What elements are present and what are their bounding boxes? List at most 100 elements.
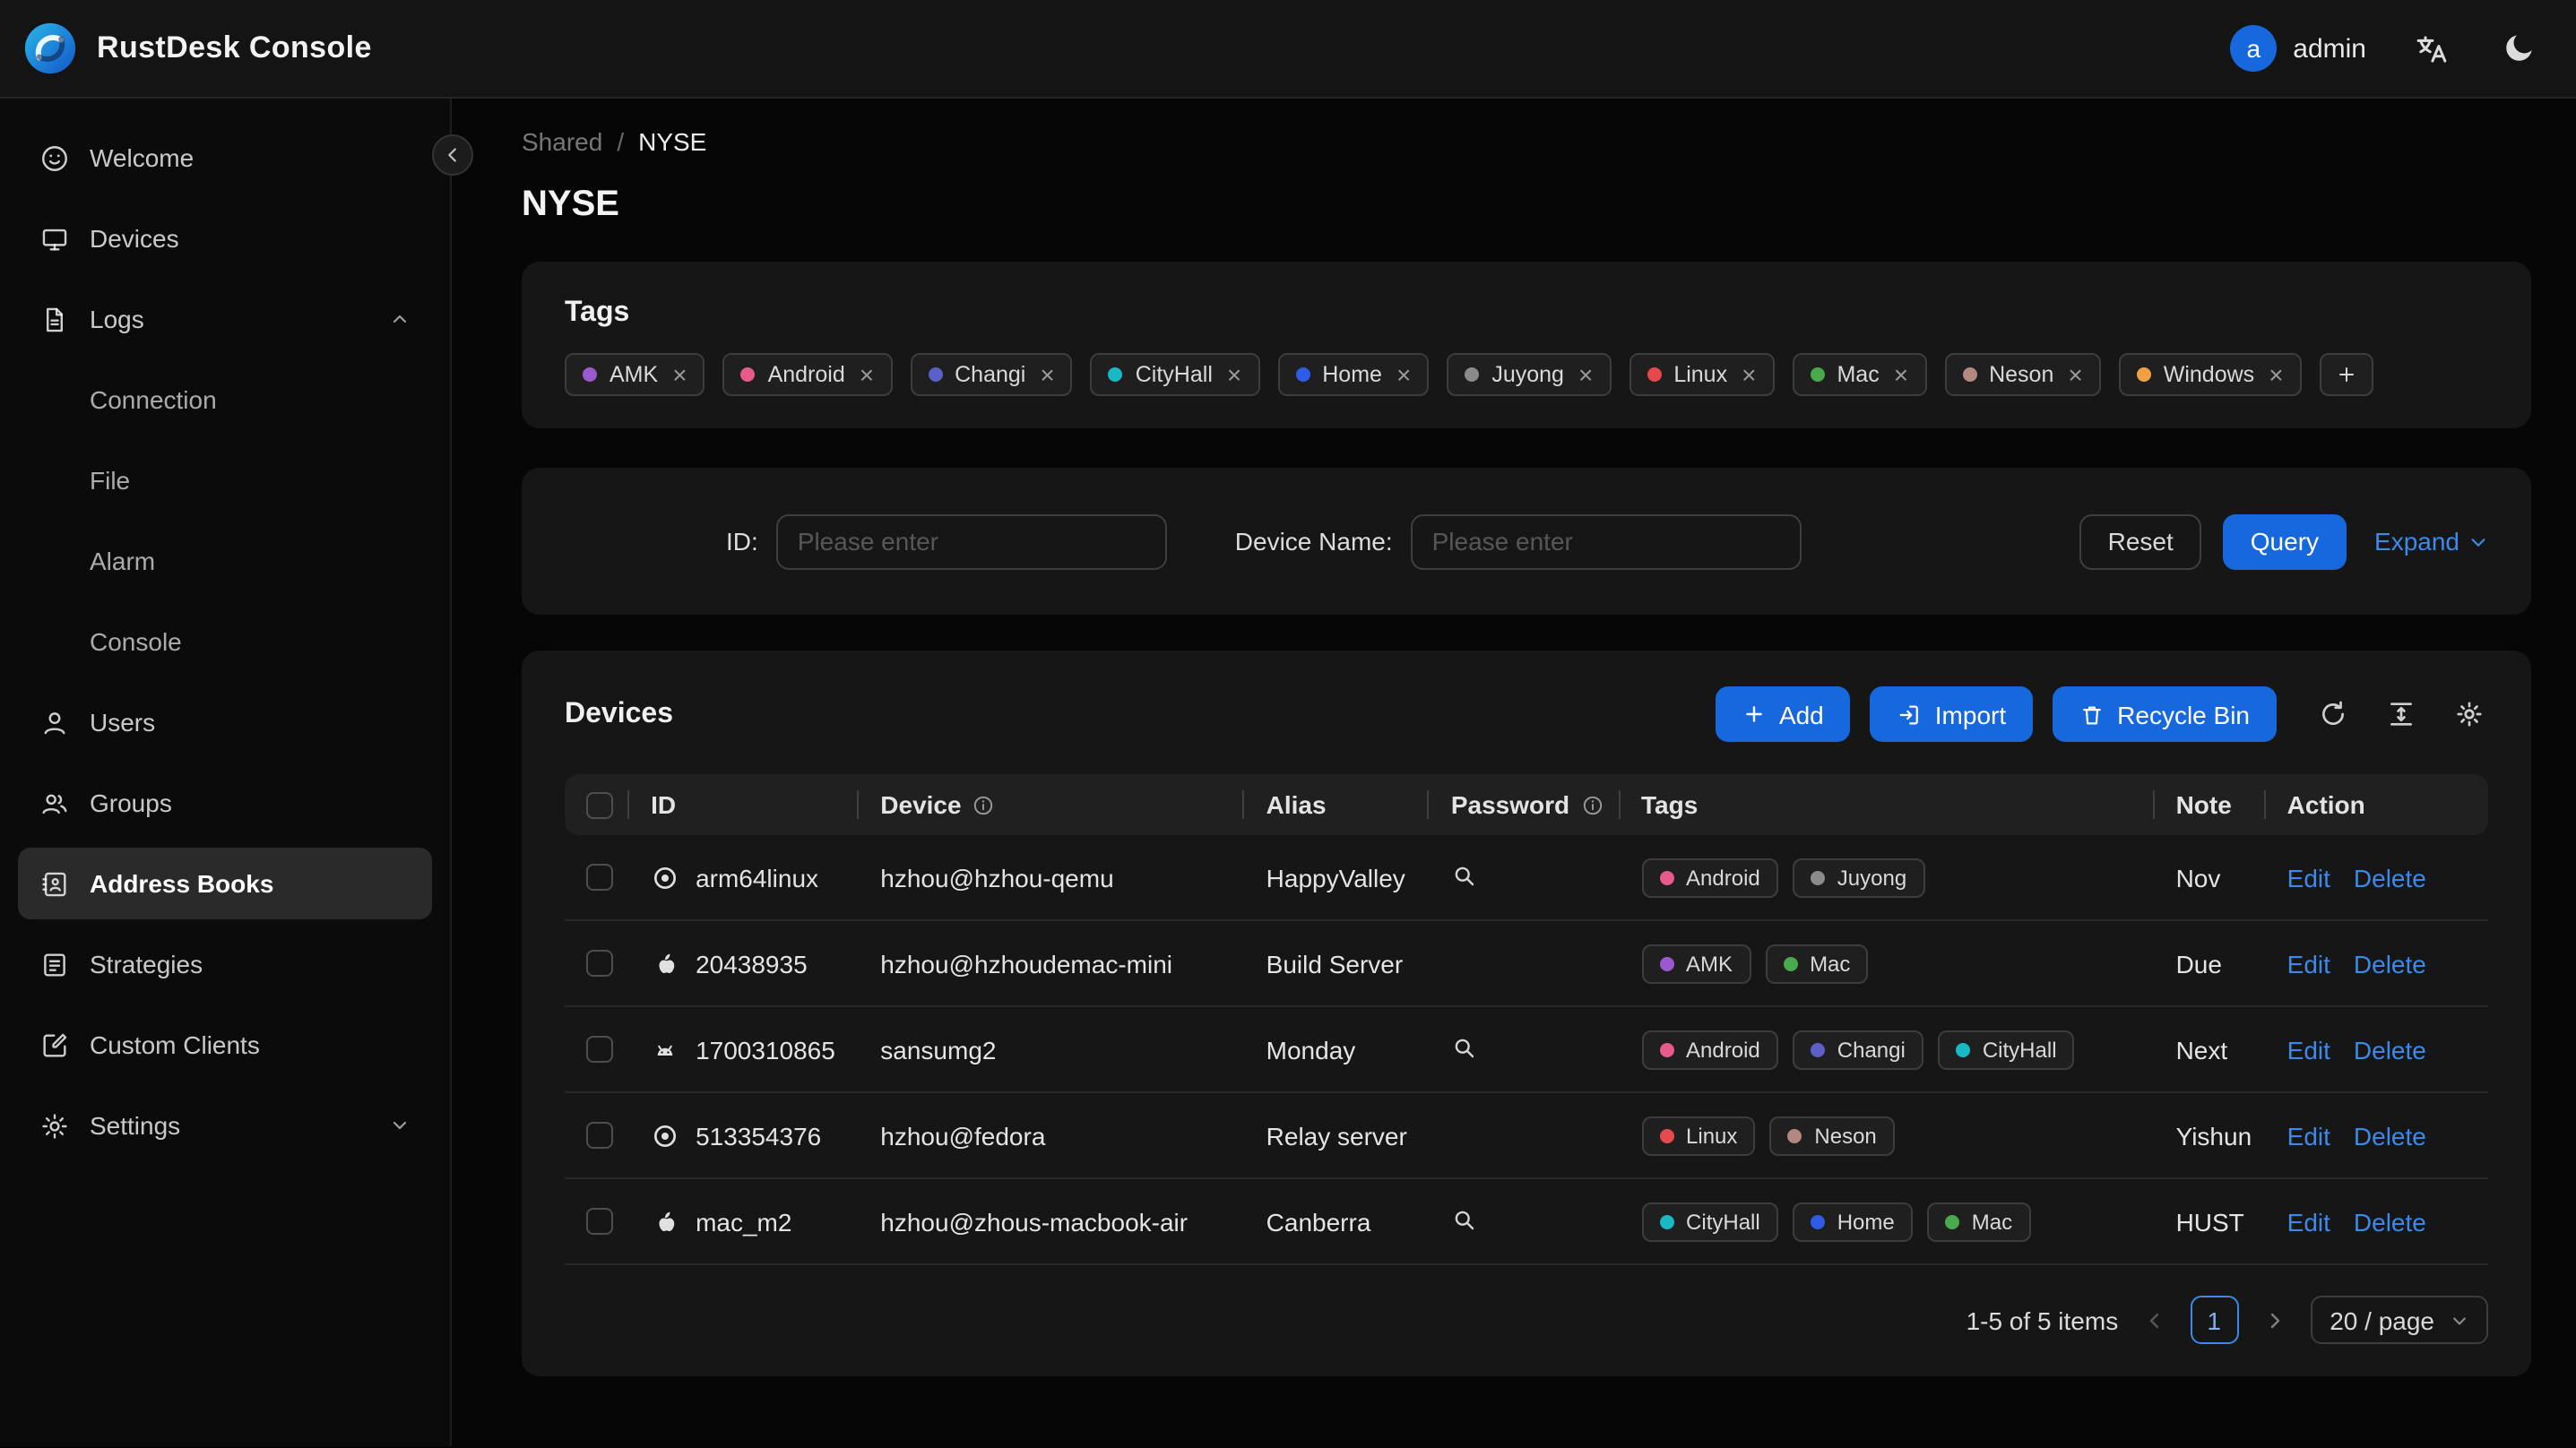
sidebar-item-strategies[interactable]: Strategies [18,928,432,1000]
monitor-icon [39,223,70,254]
sidebar-item-label: File [90,466,131,495]
add-tag-button[interactable] [2319,353,2373,396]
page-1-button[interactable]: 1 [2190,1296,2239,1344]
tag-chip: Changi × [910,353,1073,396]
row-checkbox[interactable] [586,1122,613,1149]
refresh-icon[interactable] [2314,695,2352,733]
select-all-checkbox[interactable] [586,791,613,818]
query-button[interactable]: Query [2223,513,2347,569]
table-row: 20438935 hzhou@hzhoudemac-mini Build Ser… [565,921,2488,1007]
edit-link[interactable]: Edit [2287,1207,2330,1236]
breadcrumb-shared[interactable]: Shared [522,127,602,156]
tag-color-dot [1647,367,1662,382]
file-text-icon [39,304,70,334]
recycle-bin-button[interactable]: Recycle Bin [2053,686,2277,742]
info-icon[interactable] [1580,793,1604,816]
column-height-icon[interactable] [2382,695,2420,733]
sidebar-item-users[interactable]: Users [18,686,432,758]
tag-remove-icon[interactable]: × [1040,362,1054,387]
body-row: Welcome Devices Logs Connection File Ala… [0,99,2576,1446]
delete-link[interactable]: Delete [2354,1207,2426,1236]
sidebar-collapse-button[interactable] [432,134,473,176]
tag-remove-icon[interactable]: × [2269,362,2283,387]
tag-chip: Windows × [2118,353,2302,396]
sidebar-item-label: Alarm [90,547,156,575]
tag-chip: Linux × [1629,353,1775,396]
breadcrumb-current: NYSE [638,127,707,156]
app-title: RustDesk Console [97,30,372,65]
edit-link[interactable]: Edit [2287,949,2330,978]
tag-remove-icon[interactable]: × [672,362,687,387]
chevron-up-icon [389,308,411,330]
tag-remove-icon[interactable]: × [1227,362,1241,387]
table-settings-gear-icon[interactable] [2451,695,2488,733]
column-header-device: Device [880,790,962,819]
edit-link[interactable]: Edit [2287,1121,2330,1150]
view-password-icon[interactable] [1451,1033,1478,1060]
view-password-icon[interactable] [1451,1205,1478,1232]
sidebar-item-devices[interactable]: Devices [18,203,432,274]
row-checkbox[interactable] [586,1208,613,1235]
delete-link[interactable]: Delete [2354,1035,2426,1064]
trash-icon [2083,705,2102,724]
view-password-icon[interactable] [1451,861,1478,888]
device-name-input[interactable] [1410,513,1802,569]
tag-remove-icon[interactable]: × [2068,362,2082,387]
apple-os-icon [651,1207,679,1236]
expand-link[interactable]: Expand [2374,527,2488,556]
device-id: mac_m2 [696,1207,792,1236]
chevron-left-icon [2149,1312,2158,1328]
device-note: HUST [2175,1207,2244,1236]
edit-link[interactable]: Edit [2287,1035,2330,1064]
language-toggle-button[interactable] [2409,26,2454,71]
linux-os-icon [651,863,679,892]
sidebar-item-label: Connection [90,385,217,414]
next-page-button[interactable] [2263,1309,2285,1331]
reset-button[interactable]: Reset [2079,513,2202,569]
tag-remove-icon[interactable]: × [1742,362,1756,387]
import-button[interactable]: Import [1870,686,2034,742]
delete-link[interactable]: Delete [2354,1121,2426,1150]
add-device-button[interactable]: Add [1716,686,1851,742]
row-checkbox[interactable] [586,950,613,977]
sidebar-item-groups[interactable]: Groups [18,767,432,839]
page-size-select[interactable]: 20 / page [2310,1296,2488,1344]
tag-remove-icon[interactable]: × [1396,362,1411,387]
sidebar-item-connection[interactable]: Connection [18,364,432,435]
edit-link[interactable]: Edit [2287,863,2330,892]
previous-page-button[interactable] [2143,1309,2165,1331]
sidebar-item-welcome[interactable]: Welcome [18,122,432,194]
tag-chip: CityHall × [1090,353,1260,396]
tag-remove-icon[interactable]: × [1578,362,1593,387]
sidebar-item-settings[interactable]: Settings [18,1090,432,1161]
device-note: Next [2175,1035,2228,1064]
id-label: ID: [726,527,758,556]
tag-chip: AMK × [565,353,705,396]
device-name: hzhou@fedora [880,1121,1046,1150]
sidebar-item-label: Logs [90,305,144,333]
sidebar-item-logs[interactable]: Logs [18,283,432,355]
tag-remove-icon[interactable]: × [860,362,874,387]
tag-chip: CityHall [1937,1030,2075,1069]
row-checkbox[interactable] [586,864,613,891]
sidebar-item-label: Settings [90,1111,181,1140]
sidebar-item-custom-clients[interactable]: Custom Clients [18,1009,432,1081]
id-input[interactable] [775,513,1167,569]
sidebar-item-console[interactable]: Console [18,606,432,677]
sidebar-item-label: Devices [90,224,179,253]
tag-chip: Mac × [1792,353,1927,396]
info-icon[interactable] [972,793,996,816]
sidebar-item-address-books[interactable]: Address Books [18,848,432,919]
tag-color-dot [1295,367,1310,382]
delete-link[interactable]: Delete [2354,863,2426,892]
tag-remove-icon[interactable]: × [1894,362,1908,387]
row-checkbox[interactable] [586,1036,613,1063]
user-menu[interactable]: a admin [2230,25,2366,72]
theme-toggle-moon-icon[interactable] [2497,27,2540,70]
sidebar-item-alarm[interactable]: Alarm [18,525,432,597]
delete-link[interactable]: Delete [2354,949,2426,978]
sidebar-item-file[interactable]: File [18,444,432,516]
tag-chip: Neson [1769,1116,1895,1155]
strategy-icon [39,949,70,979]
chevron-down-icon [2471,538,2485,546]
